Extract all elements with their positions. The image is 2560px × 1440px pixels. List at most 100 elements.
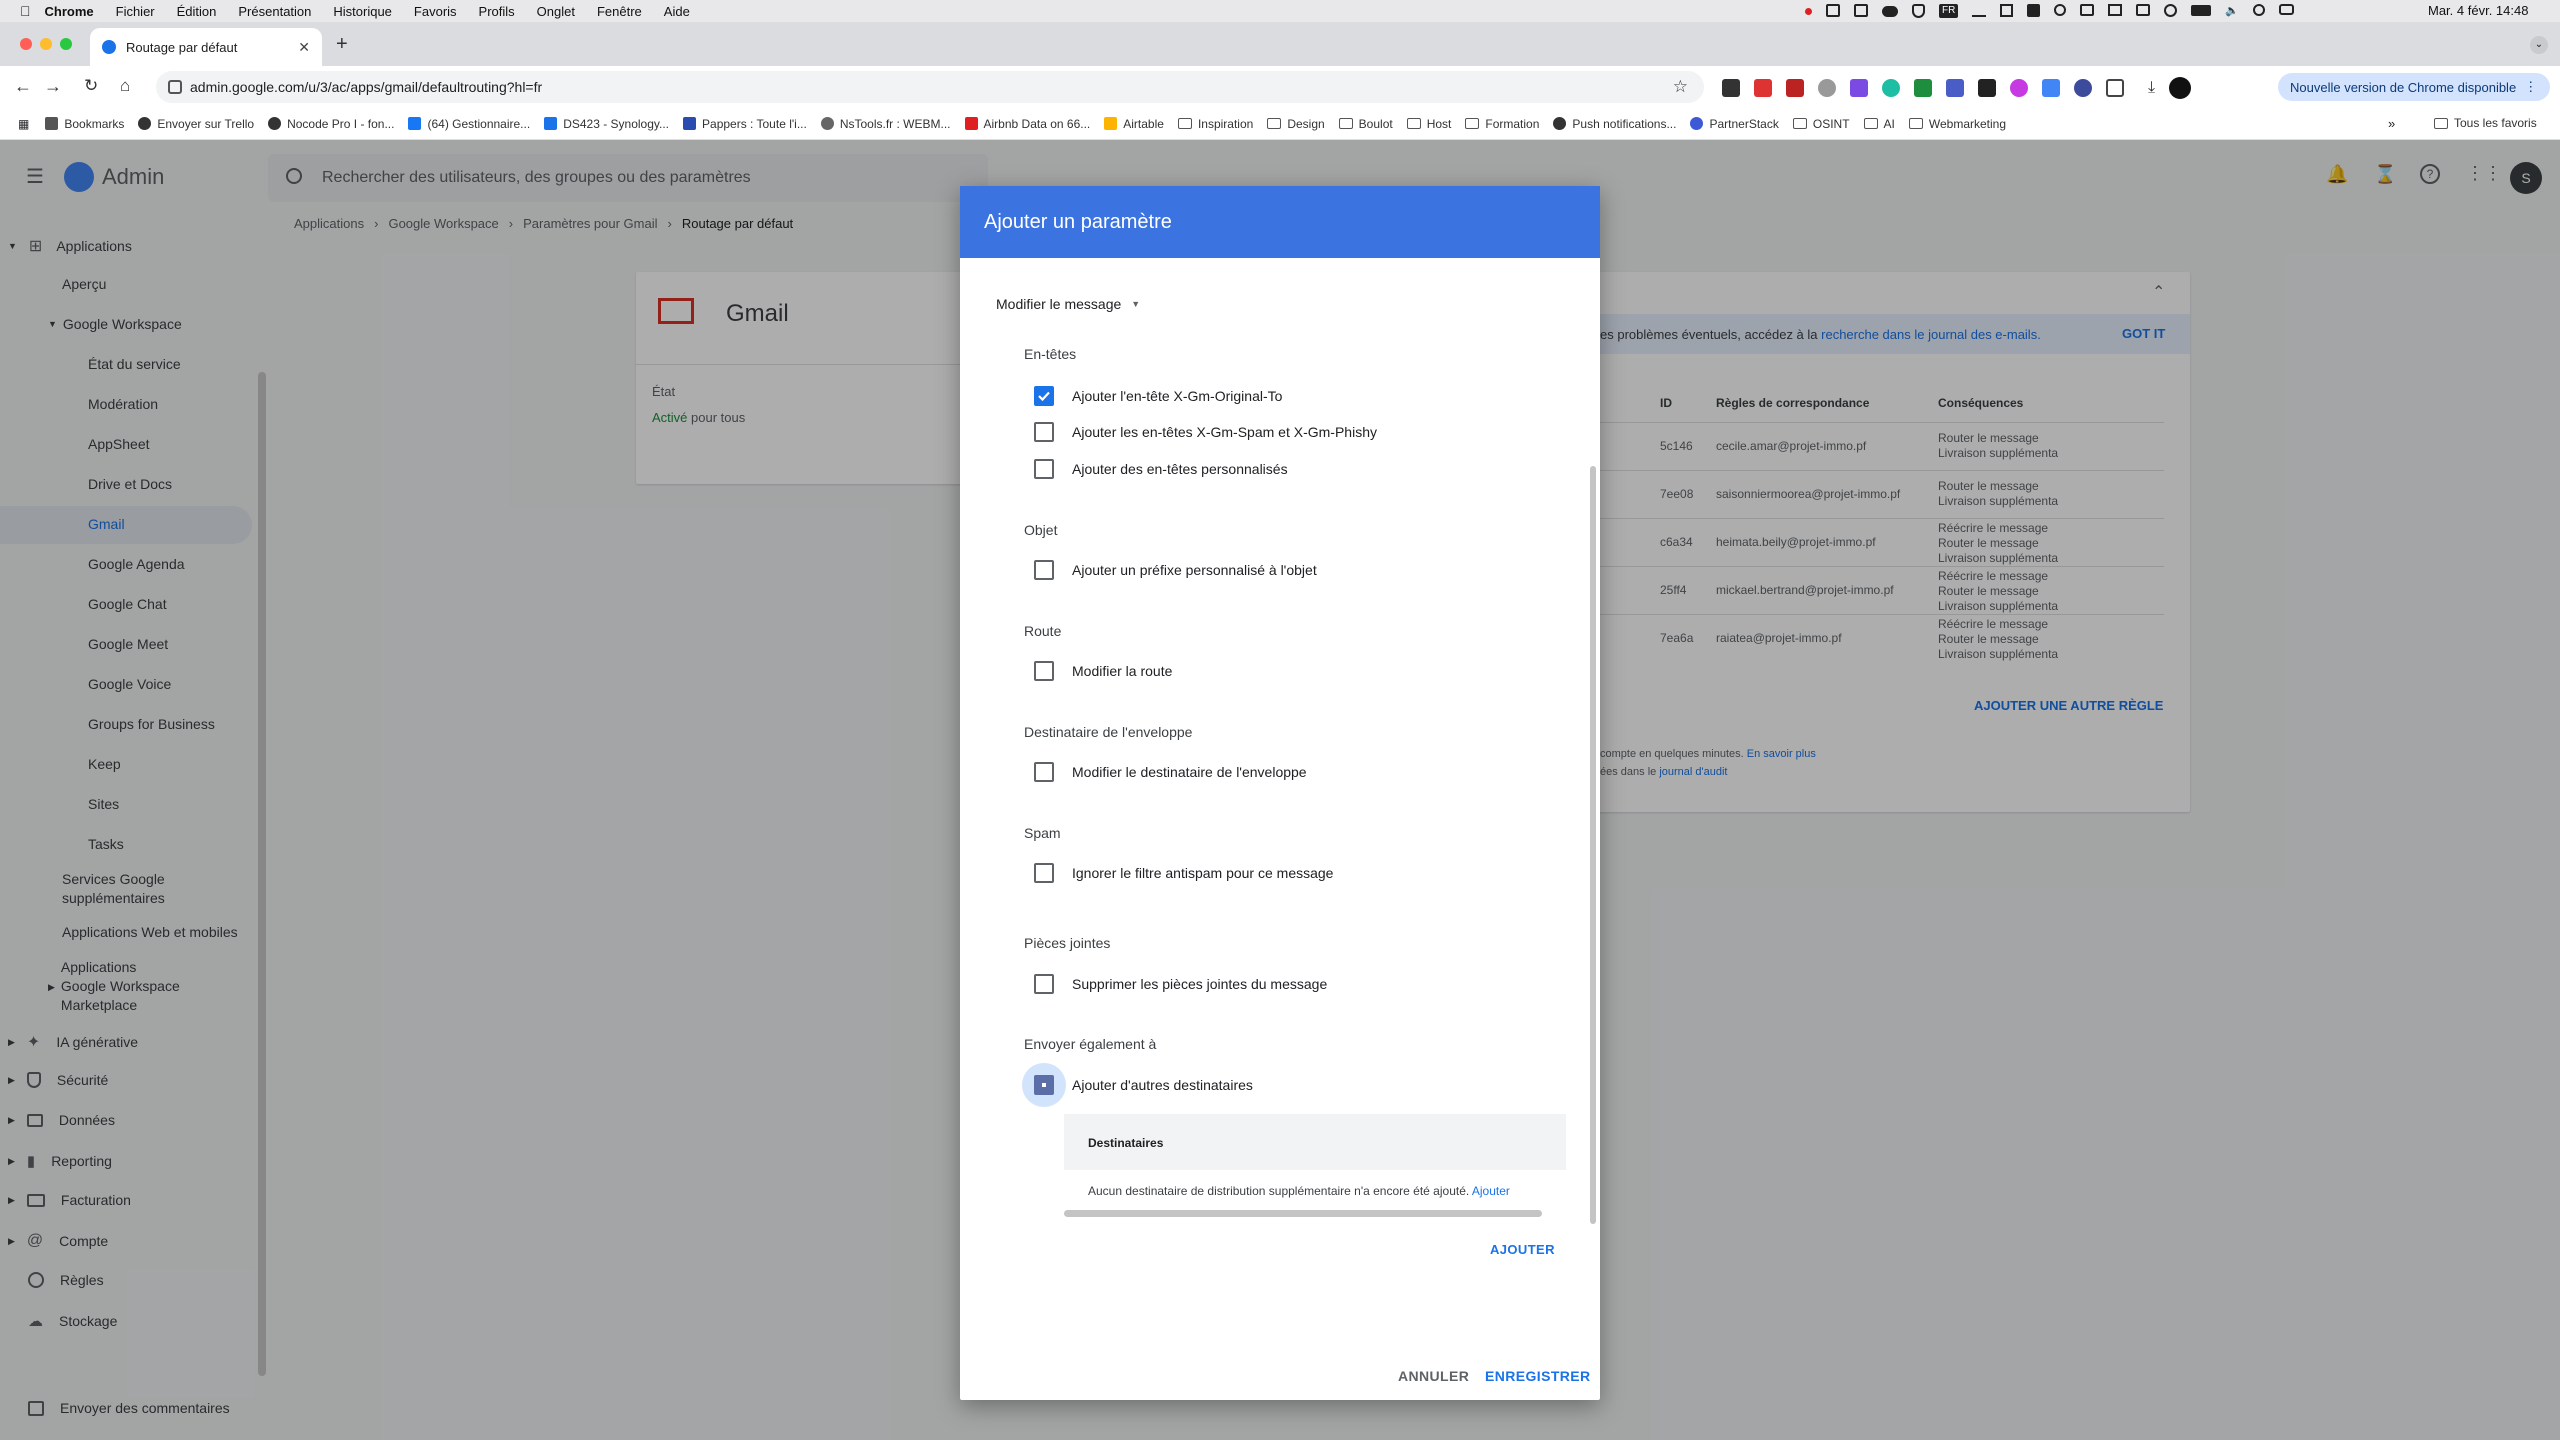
menu-profils[interactable]: Profils [479, 4, 515, 19]
extension-3-icon[interactable] [1786, 79, 1804, 97]
input-fr-icon[interactable]: FR [1939, 4, 1959, 18]
bookmark-folder[interactable]: Formation [1465, 117, 1539, 131]
traffic-light-zoom[interactable] [60, 38, 72, 50]
extension-4-icon[interactable] [1818, 79, 1836, 97]
bookmark-folder[interactable]: OSINT [1792, 117, 1850, 131]
bookmark-item[interactable]: Push notifications... [1553, 117, 1676, 131]
volume-icon[interactable]: 🔈 [2225, 4, 2239, 18]
drive-icon[interactable] [1826, 4, 1840, 17]
extension-6-icon[interactable] [1882, 79, 1900, 97]
extensions-puzzle-icon[interactable] [2106, 79, 2124, 97]
dialog-scrollbar[interactable] [1590, 466, 1596, 1224]
option-custom-headers[interactable]: Ajouter des en-têtes personnalisés [1034, 459, 1288, 479]
menu-favoris[interactable]: Favoris [414, 4, 457, 19]
option-change-route[interactable]: Modifier la route [1034, 661, 1172, 681]
browser-tab-active[interactable]: Routage par défaut ✕ [90, 28, 322, 66]
search-status-icon[interactable] [2054, 4, 2067, 16]
transfer-icon[interactable] [1972, 4, 1987, 17]
menu-fichier[interactable]: Fichier [116, 4, 155, 19]
checkbox-checked[interactable] [1034, 386, 1054, 406]
bookmark-folder[interactable]: Host [1406, 117, 1451, 131]
option-subject-prefix[interactable]: Ajouter un préfixe personnalisé à l'obje… [1034, 560, 1317, 580]
lock-status-icon[interactable] [2027, 4, 2041, 17]
cloud-icon[interactable] [1882, 6, 1898, 17]
option-spam-phishy[interactable]: Ajouter les en-têtes X-Gm-Spam et X-Gm-P… [1034, 422, 1377, 442]
window-status-icon[interactable] [2080, 4, 2095, 16]
menu-clock[interactable]: Mar. 4 févr. 14:48 [2428, 3, 2528, 18]
chrome-update-button[interactable]: Nouvelle version de Chrome disponible ⋮ [2278, 73, 2550, 101]
download-icon[interactable]: ⤓ [2148, 79, 2155, 97]
option-add-recipients[interactable]: Ajouter d'autres destinataires [1022, 1063, 1253, 1107]
option-envelope-recipient[interactable]: Modifier le destinataire de l'enveloppe [1034, 762, 1307, 782]
traffic-light-minimize[interactable] [40, 38, 52, 50]
bookmark-folder[interactable]: AI [1863, 117, 1895, 131]
user-status-icon[interactable] [2136, 4, 2151, 16]
save-button[interactable]: ENREGISTRER [1485, 1368, 1591, 1384]
extension-7-icon[interactable] [1914, 79, 1932, 97]
checkbox[interactable] [1034, 974, 1054, 994]
bookmark-item[interactable]: NsTools.fr : WEBM... [820, 117, 951, 131]
extension-11-icon[interactable] [2042, 79, 2060, 97]
bookmark-item[interactable]: Airbnb Data on 66... [964, 117, 1090, 131]
checkbox[interactable] [1034, 422, 1054, 442]
recipients-hscrollbar[interactable] [1064, 1210, 1542, 1217]
profile-icon[interactable] [2169, 77, 2192, 99]
menu-edition[interactable]: Édition [177, 4, 217, 19]
traffic-light-close[interactable] [20, 38, 32, 50]
bookmark-item[interactable]: Envoyer sur Trello [138, 117, 254, 131]
reload-icon[interactable]: ↻ [84, 76, 98, 96]
forward-icon[interactable]: → [44, 76, 62, 97]
extension-10-icon[interactable] [2010, 79, 2028, 97]
grid-status-icon[interactable] [2000, 4, 2014, 17]
bookmark-item[interactable]: (64) Gestionnaire... [408, 117, 530, 131]
menu-fenetre[interactable]: Fenêtre [597, 4, 642, 19]
checkbox[interactable] [1034, 863, 1054, 883]
extension-12-icon[interactable] [2074, 79, 2092, 97]
checkbox-checked[interactable] [1034, 1075, 1054, 1095]
menu-app-name[interactable]: Chrome [45, 4, 94, 19]
apps-grid-icon[interactable]: ▦ [18, 117, 29, 131]
menu-historique[interactable]: Historique [333, 4, 392, 19]
all-bookmarks[interactable]: Tous les favoris [2434, 116, 2537, 130]
checkbox[interactable] [1034, 560, 1054, 580]
add-recipient-button[interactable]: AJOUTER [1490, 1242, 1555, 1257]
extension-5-icon[interactable] [1850, 79, 1868, 97]
menu-onglet[interactable]: Onglet [537, 4, 575, 19]
close-tab-icon[interactable]: ✕ [298, 39, 310, 56]
address-bar[interactable]: admin.google.com/u/3/ac/apps/gmail/defau… [156, 71, 1704, 103]
cancel-button[interactable]: ANNULER [1398, 1368, 1469, 1384]
bookmark-folder[interactable]: Boulot [1338, 117, 1393, 131]
edit-icon[interactable] [1854, 4, 1868, 17]
kebab-menu-icon[interactable]: ⋮ [2524, 79, 2537, 95]
url-text[interactable]: admin.google.com/u/3/ac/apps/gmail/defau… [190, 79, 542, 95]
option-bypass-spam[interactable]: Ignorer le filtre antispam pour ce messa… [1034, 863, 1333, 883]
home-icon[interactable]: ⌂ [120, 76, 130, 96]
site-info-icon[interactable] [168, 80, 182, 94]
back-icon[interactable]: ← [14, 76, 32, 97]
tab-search-icon[interactable]: ⌄ [2530, 36, 2548, 54]
bookmark-item[interactable]: DS423 - Synology... [544, 117, 669, 131]
extension-2-icon[interactable] [1754, 79, 1772, 97]
menu-aide[interactable]: Aide [664, 4, 690, 19]
extension-8-icon[interactable] [1946, 79, 1964, 97]
menu-presentation[interactable]: Présentation [238, 4, 311, 19]
option-original-to[interactable]: Ajouter l'en-tête X-Gm-Original-To [1034, 386, 1282, 406]
shield-status-icon[interactable] [1912, 4, 1925, 18]
checkbox[interactable] [1034, 762, 1054, 782]
recipients-add-link[interactable]: Ajouter [1472, 1184, 1510, 1198]
new-tab-icon[interactable]: + [336, 33, 348, 56]
bookmark-folder[interactable]: Webmarketing [1908, 117, 2006, 131]
bookmark-folder[interactable]: Design [1267, 117, 1325, 131]
option-remove-attachments[interactable]: Supprimer les pièces jointes du message [1034, 974, 1327, 994]
bookmark-item[interactable]: Nocode Pro I - fon... [268, 117, 394, 131]
apple-icon[interactable]:  [20, 3, 31, 19]
extension-1-icon[interactable] [1722, 79, 1740, 97]
bookmark-item[interactable]: PartnerStack [1690, 117, 1779, 131]
bookmark-folder[interactable]: Inspiration [1177, 117, 1253, 131]
bookmark-item[interactable]: Pappers : Toute l'i... [683, 117, 807, 131]
screen-status-icon[interactable] [2108, 4, 2123, 16]
battery-icon[interactable] [2191, 5, 2212, 16]
modify-message-dropdown[interactable]: Modifier le message ▼ [996, 296, 1140, 312]
bookmark-item[interactable]: Airtable [1104, 117, 1164, 131]
extension-9-icon[interactable] [1978, 79, 1996, 97]
